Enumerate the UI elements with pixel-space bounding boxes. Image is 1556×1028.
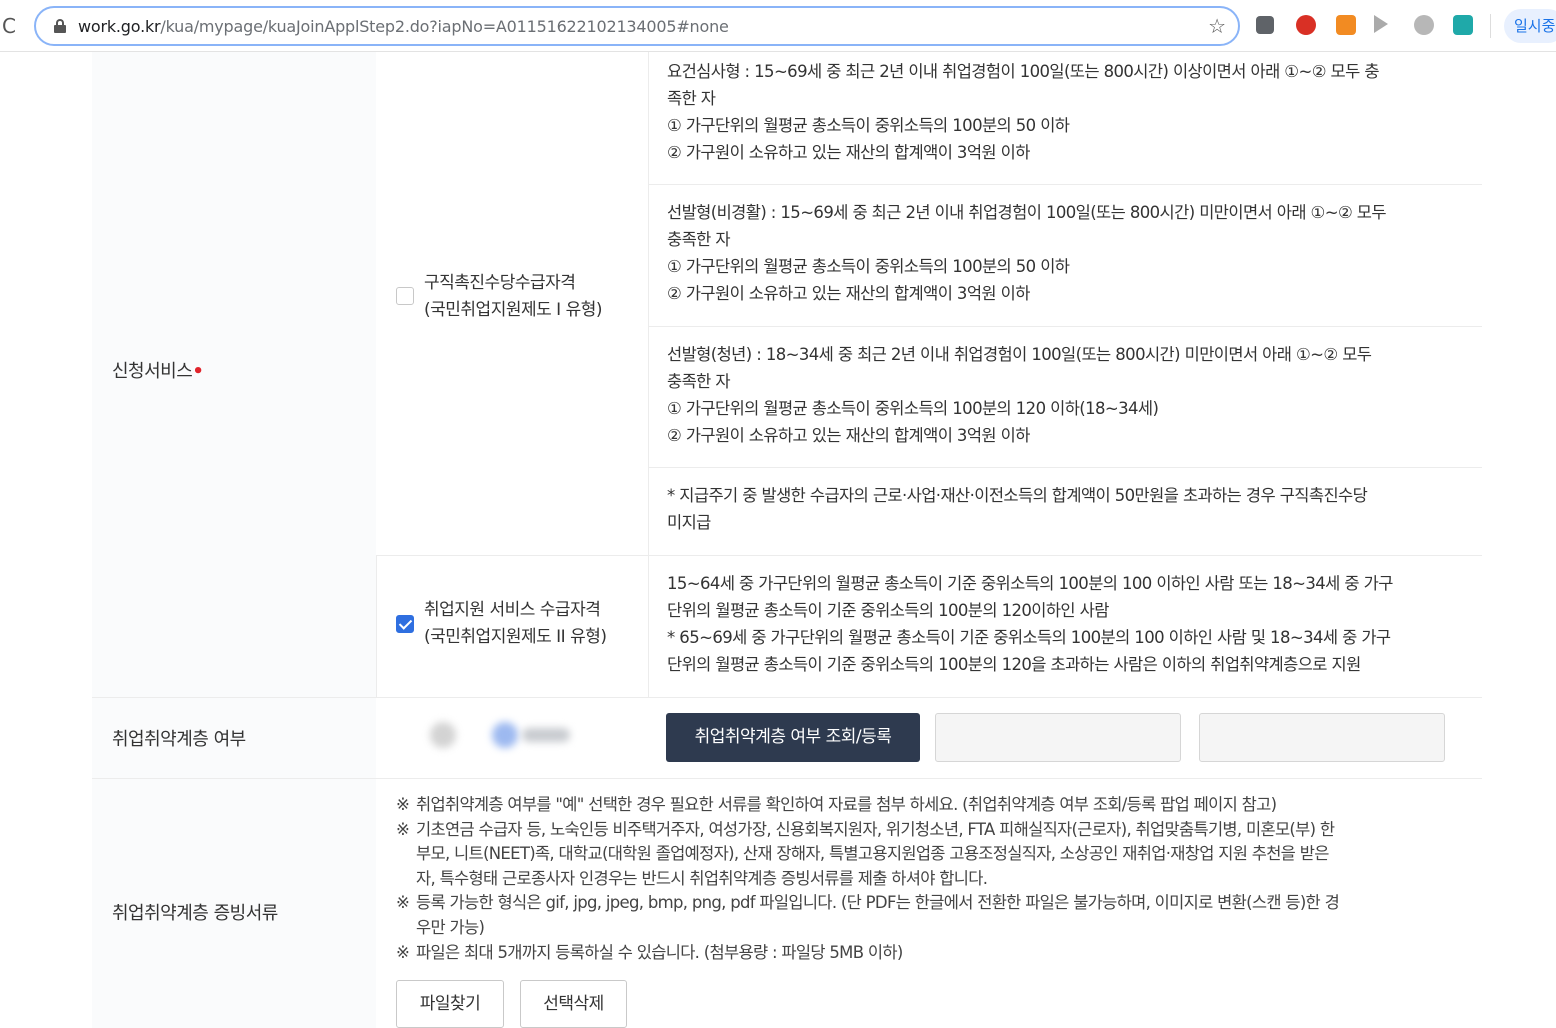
note-item: ※ 취업취약계층 여부를 "예" 선택한 경우 필요한 서류를 확인하여 자료를 …	[396, 795, 1277, 814]
extension-icon[interactable]	[1414, 15, 1434, 35]
divider	[92, 778, 1482, 779]
delete-selected-button[interactable]: 선택삭제	[520, 980, 627, 1028]
type1-note: * 지급주기 중 발생한 수급자의 근로·사업·재산·이전소득의 합계액이 50…	[667, 486, 1368, 532]
toolbar-divider	[1490, 14, 1491, 38]
criteria-selection-youth: 선발형(청년) : 18~34세 중 최근 2년 이내 취업경험이 100일(또…	[667, 345, 1372, 445]
pause-sync-button[interactable]: 일시중	[1504, 9, 1556, 43]
radio-yes-label	[522, 728, 570, 742]
extension-icon[interactable]	[1296, 15, 1316, 35]
reload-icon[interactable]: C	[2, 14, 16, 38]
divider	[648, 52, 649, 697]
divider	[648, 467, 1482, 468]
criteria-review: 요건심사형 : 15~69세 중 최근 2년 이내 취업경험이 100일(또는 …	[667, 62, 1380, 162]
divider	[92, 697, 1482, 698]
type1-label: 구직촉진수당수급자격 (국민취업지원제도 I 유형)	[424, 273, 603, 320]
note-item: ※ 파일은 최대 5개까지 등록하실 수 있습니다. (첨부용량 : 파일당 5M…	[396, 942, 903, 962]
type1-checkbox[interactable]	[396, 287, 414, 305]
address-bar[interactable]: work.go.kr/kua/mypage/kuaJoinApplStep2.d…	[34, 6, 1240, 46]
docs-notes: ※ 취업취약계층 여부를 "예" 선택한 경우 필요한 서류를 확인하여 자료를 …	[396, 793, 1466, 965]
extension-icon[interactable]	[1256, 16, 1274, 34]
vulnerable-lookup-button[interactable]: 취업취약계층 여부 조회/등록	[666, 713, 920, 762]
extension-icon[interactable]	[1453, 15, 1473, 35]
find-file-button[interactable]: 파일찾기	[396, 980, 504, 1028]
url-text[interactable]: work.go.kr/kua/mypage/kuaJoinApplStep2.d…	[78, 17, 729, 36]
docs-label: 취업취약계층 증빙서류	[112, 903, 278, 924]
divider	[648, 184, 1482, 185]
play-icon[interactable]	[1374, 15, 1388, 33]
browser-toolbar: C work.go.kr/kua/mypage/kuaJoinApplStep2…	[0, 0, 1556, 52]
bookmark-star-icon[interactable]: ☆	[1208, 14, 1226, 38]
extension-icon[interactable]	[1336, 15, 1356, 35]
divider	[376, 555, 377, 697]
note-item: ※ 기초연금 수급자 등, 노숙인등 비주택거주자, 여성가장, 신용회복지원자,…	[396, 819, 1335, 888]
label-column	[92, 52, 376, 1028]
lock-icon[interactable]	[54, 19, 66, 33]
radio-yes[interactable]	[492, 722, 518, 748]
criteria-selection-inactive: 선발형(비경활) : 15~69세 중 최근 2년 이내 취업경험이 100일(…	[667, 203, 1387, 303]
radio-no[interactable]	[430, 722, 456, 748]
note-item: ※ 등록 가능한 형식은 gif, jpg, jpeg, bmp, png, pd…	[396, 893, 1340, 937]
vulnerable-result-field	[935, 713, 1181, 762]
service-label: 신청서비스•	[112, 361, 204, 382]
divider	[376, 555, 1482, 556]
vulnerable-label: 취업취약계층 여부	[112, 729, 246, 750]
url-path: /kua/mypage/kuaJoinApplStep2.do?iapNo=A0…	[160, 17, 729, 36]
type2-checkbox[interactable]	[396, 615, 414, 633]
type2-description: 15~64세 중 가구단위의 월평균 총소득이 기준 중위소득의 100분의 1…	[667, 574, 1393, 674]
type2-label: 취업지원 서비스 수급자격 (국민취업지원제도 II 유형)	[424, 600, 607, 647]
vulnerable-result-field-2	[1199, 713, 1445, 762]
url-domain: work.go.kr	[78, 17, 161, 36]
required-mark: •	[192, 361, 204, 382]
divider	[648, 326, 1482, 327]
